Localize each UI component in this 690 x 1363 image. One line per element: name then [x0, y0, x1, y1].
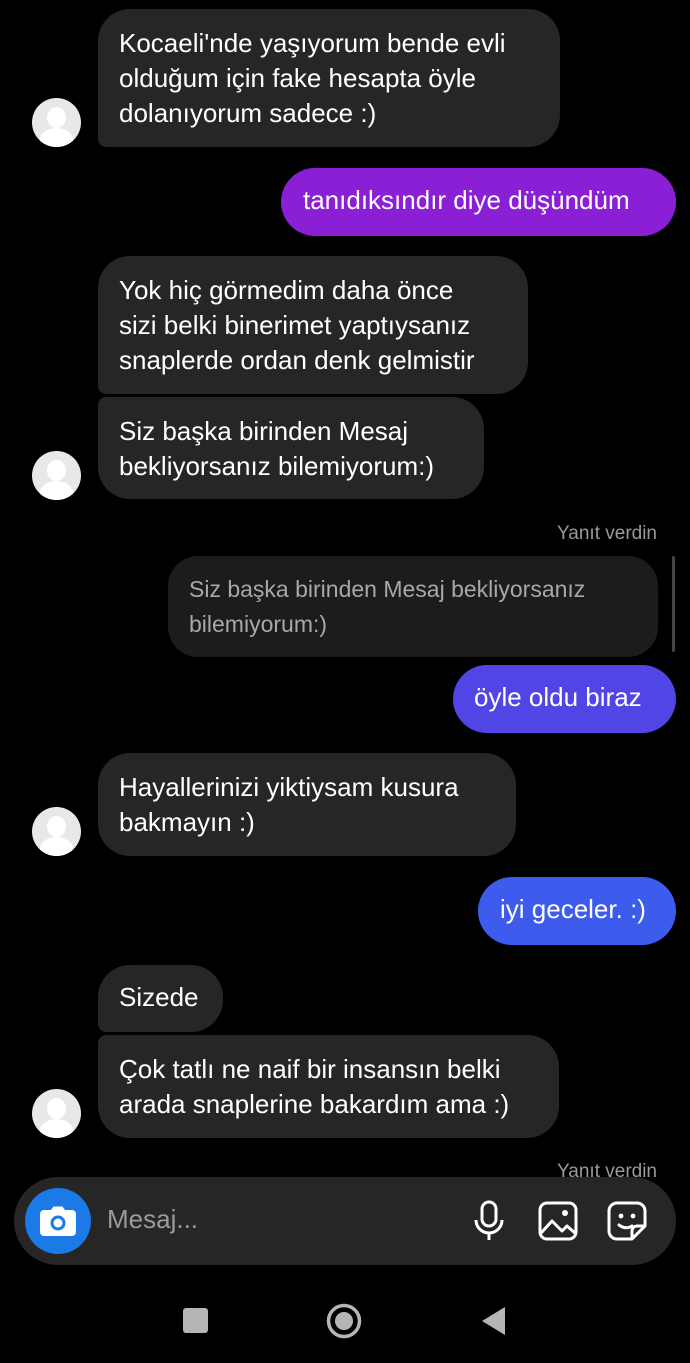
message-composer[interactable]: Mesaj... [14, 1177, 676, 1265]
incoming-message[interactable]: Sizede [98, 965, 223, 1032]
recents-button[interactable] [182, 1307, 209, 1334]
reply-label: Yanıt verdin [557, 523, 657, 544]
microphone-icon[interactable] [467, 1199, 511, 1243]
system-navigation-bar [0, 1278, 690, 1363]
camera-icon [40, 1206, 76, 1236]
camera-button[interactable] [25, 1188, 91, 1254]
gallery-icon[interactable] [536, 1199, 580, 1243]
back-button[interactable] [479, 1305, 507, 1337]
sender-avatar[interactable] [32, 451, 81, 500]
outgoing-message[interactable]: tanıdıksındır diye düşündüm [281, 168, 676, 236]
sticker-icon[interactable] [605, 1199, 649, 1243]
scrollbar[interactable] [672, 556, 675, 652]
home-button[interactable] [326, 1303, 362, 1339]
incoming-message[interactable]: Kocaeli'nde yaşıyorum bende evli olduğum… [98, 9, 560, 147]
sender-avatar[interactable] [32, 807, 81, 856]
outgoing-message[interactable]: iyi geceler. :) [478, 877, 676, 945]
incoming-message[interactable]: Çok tatlı ne naif bir insansın belki ara… [98, 1035, 559, 1138]
outgoing-message[interactable]: öyle oldu biraz [453, 665, 676, 733]
incoming-message[interactable]: Hayallerinizi yiktiysam kusura bakmayın … [98, 753, 516, 856]
incoming-message[interactable]: Siz başka birinden Mesaj bekliyorsanız b… [98, 397, 484, 499]
quoted-message[interactable]: Siz başka birinden Mesaj bekliyorsanız b… [168, 556, 658, 657]
sender-avatar[interactable] [32, 98, 81, 147]
message-input[interactable]: Mesaj... [107, 1204, 198, 1235]
message-thread[interactable]: Kocaeli'nde yaşıyorum bende evli olduğum… [0, 0, 690, 1180]
incoming-message[interactable]: Yok hiç görmedim daha önce sizi belki bi… [98, 256, 528, 394]
sender-avatar[interactable] [32, 1089, 81, 1138]
